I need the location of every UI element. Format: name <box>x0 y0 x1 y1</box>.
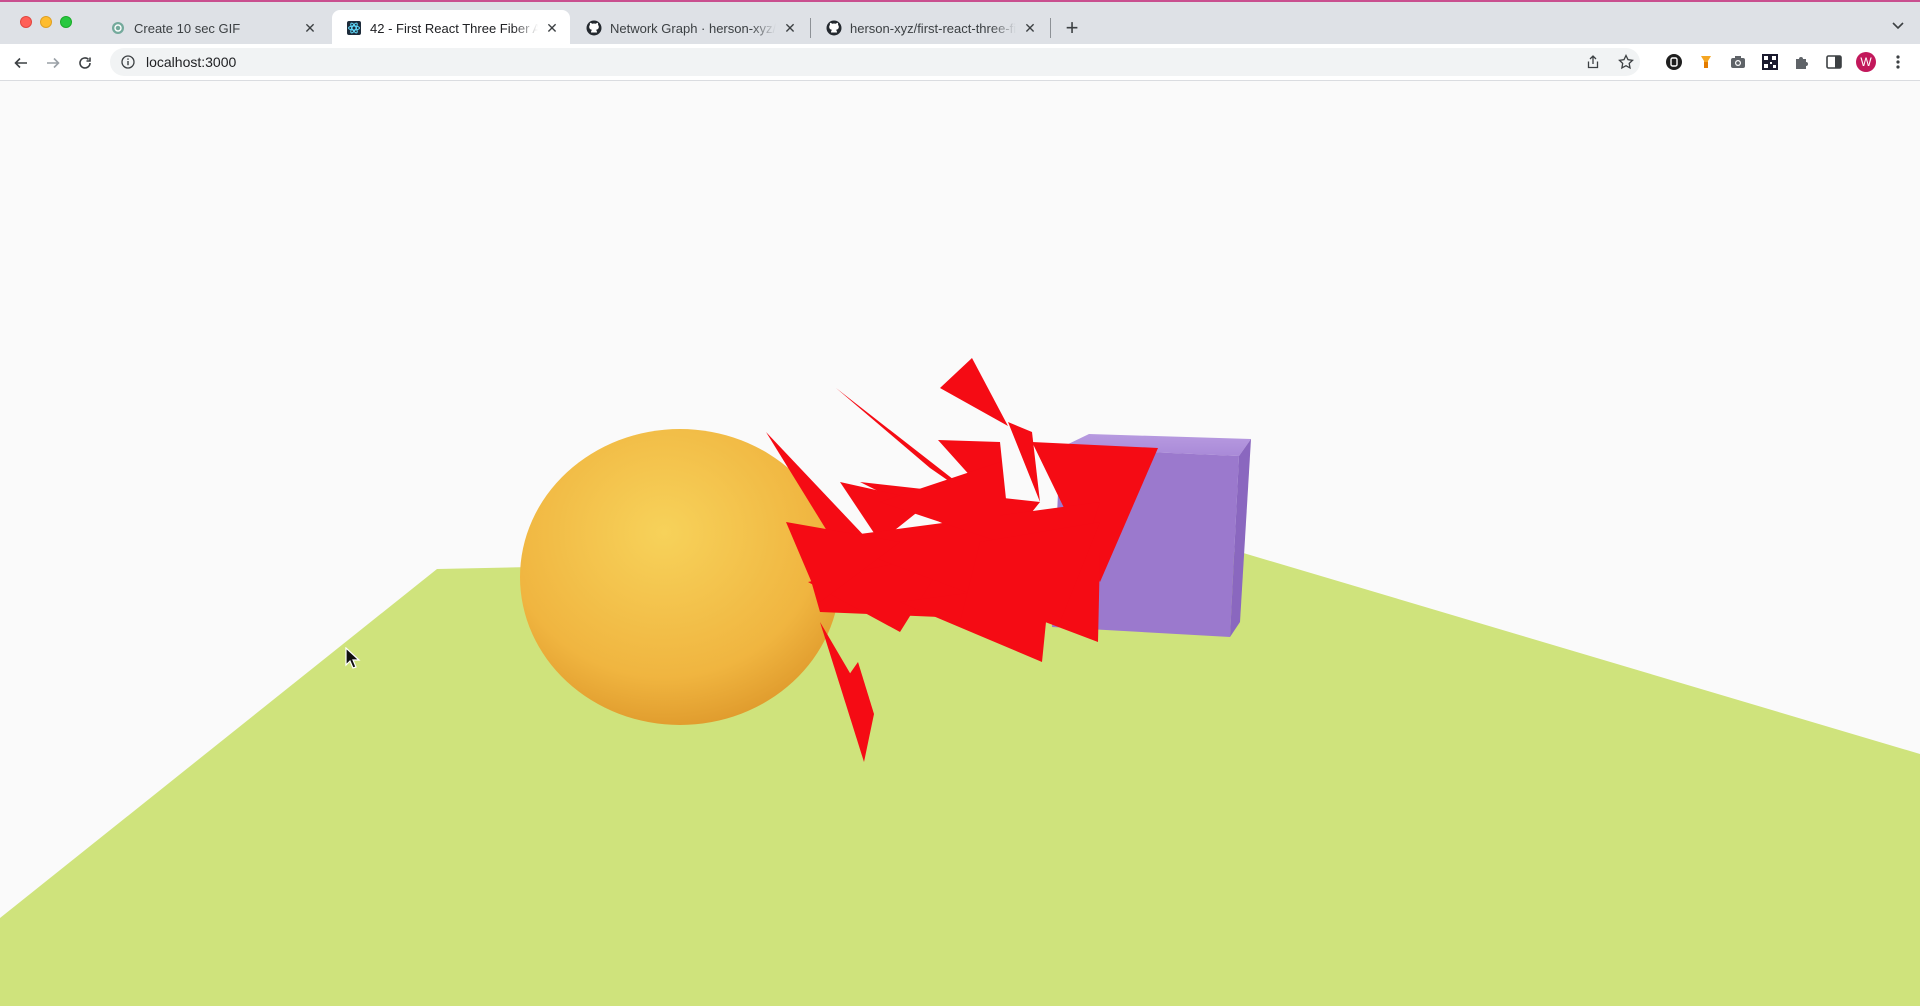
webgl-canvas[interactable] <box>0 82 1920 1006</box>
three-scene <box>0 358 1920 1006</box>
mouse-cursor-icon <box>345 647 361 669</box>
window-close-button[interactable] <box>20 16 32 28</box>
tab-title: herson-xyz/first-react-three-fiber-app <box>850 20 1016 36</box>
sidepanel-icon[interactable] <box>1824 52 1844 72</box>
chevron-down-icon[interactable] <box>1890 18 1906 34</box>
tab-title: 42 - First React Three Fiber App <box>370 20 538 36</box>
avatar[interactable]: W <box>1856 52 1876 72</box>
reload-icon[interactable] <box>72 50 98 76</box>
tab-separator <box>1050 18 1051 38</box>
tab-react-three-fiber[interactable]: 42 - First React Three Fiber App ✕ <box>332 10 570 46</box>
close-icon[interactable]: ✕ <box>544 20 560 36</box>
address-bar[interactable]: localhost:3000 <box>110 48 1640 76</box>
tab-title: Create 10 sec GIF <box>134 20 241 36</box>
kebab-menu-icon[interactable] <box>1888 52 1908 72</box>
forward-arrow-icon[interactable] <box>40 50 66 76</box>
puzzle-icon[interactable] <box>1792 52 1812 72</box>
new-tab-button[interactable]: + <box>1060 15 1084 40</box>
tab-title: Network Graph · herson-xyz/first-react-t… <box>610 20 776 36</box>
tab-separator <box>810 18 811 38</box>
close-icon[interactable]: ✕ <box>782 20 798 36</box>
tab-strip: Create 10 sec GIF ✕ 42 - First React Thr… <box>0 0 1920 46</box>
camera-icon[interactable] <box>1728 52 1748 72</box>
github-icon <box>826 20 842 36</box>
browser-toolbar: localhost:3000 W <box>0 44 1920 81</box>
tab-repo[interactable]: herson-xyz/first-react-three-fiber-app ✕ <box>812 10 1048 46</box>
window-minimize-button[interactable] <box>40 16 52 28</box>
react-three-fiber-icon <box>346 20 362 36</box>
close-icon[interactable]: ✕ <box>1022 20 1038 36</box>
tab-create-gif[interactable]: Create 10 sec GIF ✕ <box>96 10 328 46</box>
extension-y-icon[interactable] <box>1696 52 1716 72</box>
extension-b-icon[interactable] <box>1664 52 1684 72</box>
tab-network-graph[interactable]: Network Graph · herson-xyz/first-react-t… <box>572 10 808 46</box>
window-maximize-button[interactable] <box>60 16 72 28</box>
github-icon <box>586 20 602 36</box>
browser-window: Create 10 sec GIF ✕ 42 - First React Thr… <box>0 0 1920 1006</box>
url-text: localhost:3000 <box>146 54 237 70</box>
openai-icon <box>110 20 126 36</box>
qr-icon[interactable] <box>1760 52 1780 72</box>
back-arrow-icon[interactable] <box>8 50 34 76</box>
bookmark-star-icon[interactable] <box>1618 54 1634 70</box>
close-icon[interactable]: ✕ <box>302 20 318 36</box>
info-icon[interactable] <box>114 48 142 76</box>
share-icon[interactable] <box>1586 55 1600 69</box>
